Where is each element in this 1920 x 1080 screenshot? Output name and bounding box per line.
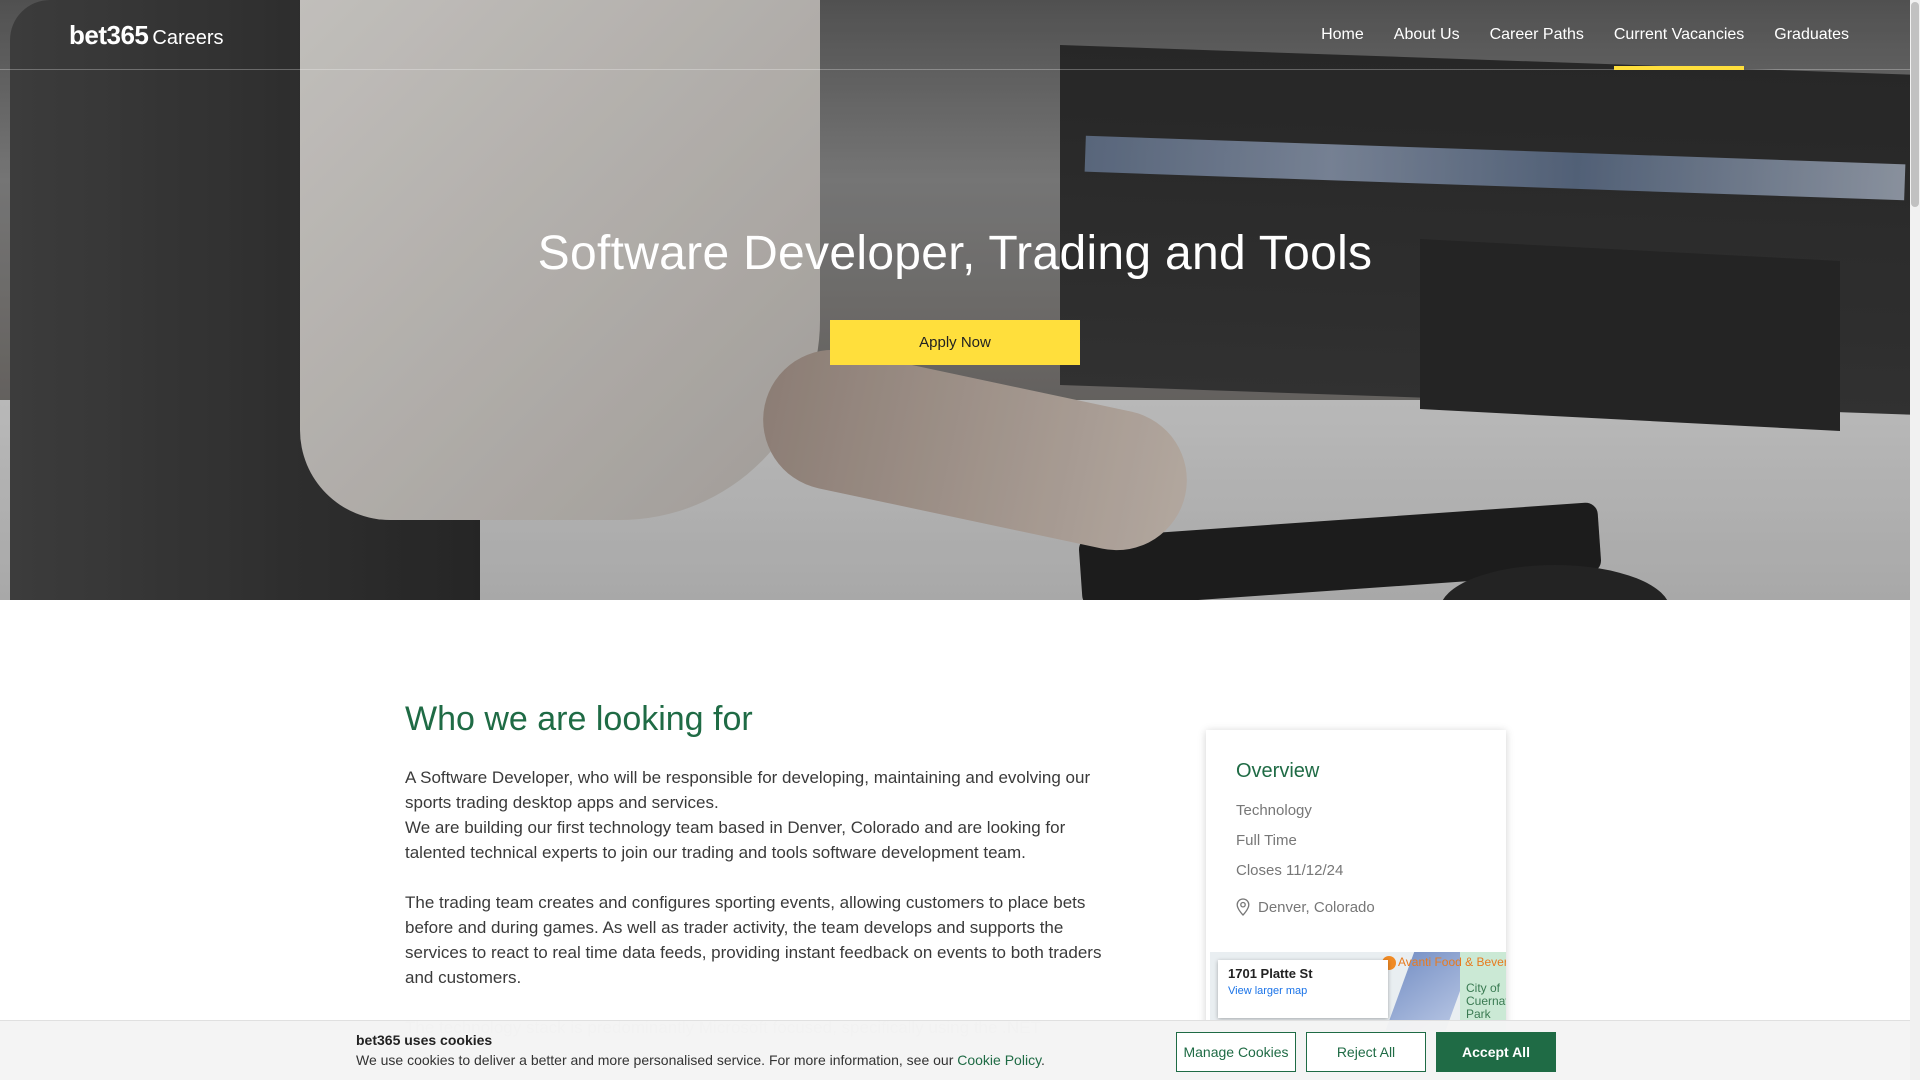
- reject-all-button[interactable]: Reject All: [1306, 1032, 1426, 1072]
- nav-link-about-us[interactable]: About Us: [1379, 0, 1475, 70]
- overview-closing-date: Closes 11/12/24: [1236, 862, 1344, 879]
- section-title: Who we are looking for: [405, 700, 753, 738]
- job-title: Software Developer, Trading and Tools: [537, 227, 1373, 280]
- description-paragraph-1: A Software Developer, who will be respon…: [405, 765, 1125, 865]
- location-pin-icon: [1236, 898, 1250, 916]
- map-poi-label: Avanti Food & Bever: [1398, 955, 1506, 969]
- description-text-1a: A Software Developer, who will be respon…: [405, 768, 1091, 812]
- accept-all-button[interactable]: Accept All: [1436, 1032, 1556, 1072]
- nav-link-graduates[interactable]: Graduates: [1759, 0, 1864, 70]
- location-text: Denver, Colorado: [1258, 898, 1375, 916]
- nav-link-current-vacancies[interactable]: Current Vacancies: [1599, 0, 1759, 70]
- cookie-title: bet365 uses cookies: [356, 1032, 493, 1048]
- description-paragraph-2: The trading team creates and configures …: [405, 893, 1102, 987]
- cookie-banner: bet365 uses cookies We use cookies to de…: [0, 1020, 1910, 1080]
- cookie-message: We use cookies to deliver a better and m…: [356, 1052, 1045, 1068]
- top-navigation: bet365 Careers Home About Us Career Path…: [0, 0, 1910, 70]
- nav-link-career-paths[interactable]: Career Paths: [1475, 0, 1599, 70]
- logo-word: Careers: [152, 27, 224, 49]
- cookie-text: We use cookies to deliver a better and m…: [356, 1052, 958, 1068]
- hero-overlay: [0, 0, 1910, 600]
- overview-department: Technology: [1236, 802, 1312, 819]
- cookie-text-end: .: [1041, 1052, 1045, 1068]
- apply-now-button[interactable]: Apply Now: [830, 320, 1080, 365]
- view-larger-map-link[interactable]: View larger map: [1228, 985, 1378, 997]
- overview-employment-type: Full Time: [1236, 832, 1297, 849]
- manage-cookies-button[interactable]: Manage Cookies: [1176, 1032, 1296, 1072]
- overview-title: Overview: [1236, 760, 1320, 782]
- nav-link-home[interactable]: Home: [1306, 0, 1379, 70]
- map-info-card: 1701 Platte St View larger map: [1218, 960, 1388, 1018]
- job-description: Who we are looking for A Software Develo…: [405, 700, 1125, 1065]
- overview-location: Denver, Colorado: [1236, 898, 1375, 916]
- overview-card: Overview Technology Full Time Closes 11/…: [1206, 730, 1506, 1030]
- description-text-1b: We are building our first technology tea…: [405, 818, 1066, 862]
- map-address: 1701 Platte St: [1228, 966, 1313, 981]
- nav-links: Home About Us Career Paths Current Vacan…: [1306, 0, 1864, 70]
- scrollbar-thumb[interactable]: [1911, 2, 1919, 207]
- site-logo[interactable]: bet365 Careers: [69, 20, 224, 51]
- logo-mark: bet365: [69, 20, 149, 50]
- cookie-policy-link[interactable]: Cookie Policy: [957, 1052, 1041, 1068]
- map-park-label: City of Cuernava Park: [1466, 981, 1506, 1021]
- location-map[interactable]: Avanti Food & Bever City of Cuernava Par…: [1210, 952, 1506, 1030]
- hero-banner: [0, 0, 1910, 600]
